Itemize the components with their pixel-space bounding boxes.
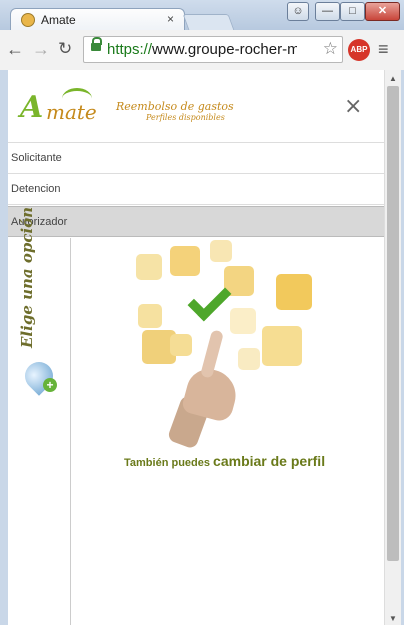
logo-word: mate	[46, 100, 97, 124]
tile	[170, 334, 192, 356]
menu-item-autorizador[interactable]: Autorizador	[8, 206, 384, 237]
side-prompt: Elige una opción	[18, 206, 36, 348]
browser-toolbar: ← → ↻ https://www.groupe-rocher-mexic ☆ …	[0, 30, 404, 71]
change-profile-caption: También puedes cambiar de perfil	[124, 453, 325, 469]
close-icon[interactable]: ×	[344, 94, 362, 119]
tab-close-icon[interactable]: ×	[167, 12, 174, 26]
add-profile-icon[interactable]: +	[19, 356, 59, 396]
plus-icon: +	[43, 378, 57, 392]
scroll-down-icon[interactable]: ▼	[389, 614, 397, 623]
menu-item-detencion[interactable]: Detencion	[8, 174, 384, 205]
app-subtitle: Reembolso de gastos Perfiles disponibles	[116, 100, 234, 122]
minimize-button[interactable]: —	[315, 2, 340, 21]
url-scheme: https://	[107, 41, 153, 58]
address-bar[interactable]: https://www.groupe-rocher-mexic ☆	[83, 36, 343, 63]
title-bar: Amate × ☺ — □ ✕	[0, 0, 404, 33]
adblock-icon[interactable]: ABP	[348, 39, 370, 61]
maximize-button[interactable]: □	[340, 2, 365, 21]
url-host: www.groupe-rocher-mexic	[152, 41, 297, 58]
bookmark-star-icon[interactable]: ☆	[323, 39, 338, 59]
tile	[230, 308, 256, 334]
amate-logo: A mate	[20, 88, 110, 126]
window-border-left	[0, 70, 8, 625]
tile	[276, 274, 312, 310]
subtitle-sub: Perfiles disponibles	[146, 113, 225, 122]
vertical-scrollbar[interactable]: ▲ ▼	[384, 70, 402, 625]
caption-big: cambiar de perfil	[213, 453, 326, 469]
forward-arrow-icon[interactable]: →	[32, 39, 50, 59]
tile	[262, 326, 302, 366]
logo-letter: A	[20, 90, 44, 125]
scrollbar-thumb[interactable]	[387, 86, 399, 561]
scroll-up-icon[interactable]: ▲	[389, 74, 397, 83]
reload-icon[interactable]: ↻	[58, 39, 72, 59]
tile	[138, 304, 162, 328]
back-arrow-icon[interactable]: ←	[6, 39, 24, 59]
hero-illustration	[126, 238, 326, 450]
url-text[interactable]: https://www.groupe-rocher-mexic	[107, 41, 297, 58]
app-header: A mate Reembolso de gastos Perfiles disp…	[8, 70, 384, 143]
window-close-button[interactable]: ✕	[365, 2, 400, 21]
tile	[170, 246, 200, 276]
menu-item-solicitante[interactable]: Solicitante	[8, 143, 384, 174]
tile	[238, 348, 260, 370]
lock-icon	[91, 37, 102, 51]
side-panel: Elige una opción +	[8, 207, 71, 625]
profile-icon[interactable]: ☺	[287, 2, 309, 21]
tile	[136, 254, 162, 280]
subtitle-main: Reembolso de gastos	[116, 100, 234, 113]
caption-small: También puedes	[124, 457, 214, 469]
tab-title: Amate	[41, 13, 76, 27]
browser-tab[interactable]: Amate ×	[10, 8, 185, 32]
menu-icon[interactable]: ≡	[378, 39, 389, 60]
favicon-icon	[21, 13, 35, 27]
page-content: A mate Reembolso de gastos Perfiles disp…	[8, 70, 384, 625]
tile	[210, 240, 232, 262]
